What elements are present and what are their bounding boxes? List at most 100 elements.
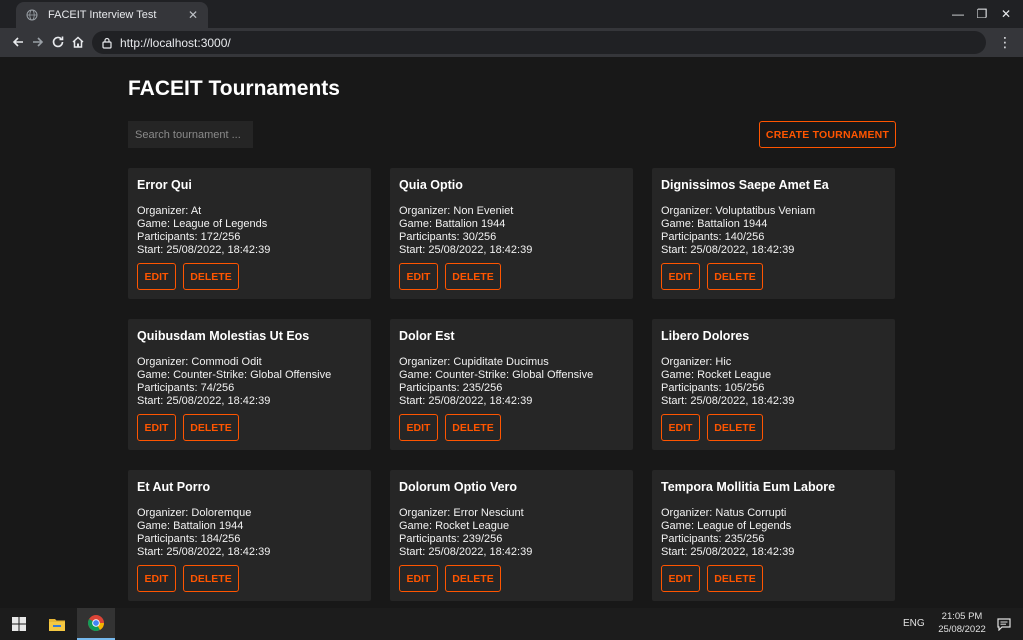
start-value: 25/08/2022, 18:42:39 <box>166 244 271 256</box>
delete-button[interactable]: DELETE <box>183 414 239 441</box>
create-tournament-button[interactable]: CREATE TOURNAMENT <box>759 121 896 148</box>
tournament-start: Start: 25/08/2022, 18:42:39 <box>137 546 362 559</box>
tournament-card: Quia Optio Organizer: Non Eveniet Game: … <box>390 168 633 299</box>
tournament-start: Start: 25/08/2022, 18:42:39 <box>661 395 886 408</box>
tournament-card: Libero Dolores Organizer: Hic Game: Rock… <box>652 319 895 450</box>
edit-button[interactable]: EDIT <box>399 414 438 441</box>
game-label: Game: <box>137 520 174 532</box>
participants-label: Participants: <box>137 231 201 243</box>
tournament-participants: Participants: 105/256 <box>661 382 886 395</box>
page-title: FACEIT Tournaments <box>128 77 340 100</box>
start-label: Start: <box>137 546 167 558</box>
browser-menu-icon[interactable]: ⋮ <box>998 33 1012 51</box>
tournament-game: Game: League of Legends <box>137 218 362 231</box>
windows-start-icon[interactable] <box>0 608 38 640</box>
game-label: Game: <box>399 218 436 230</box>
tournament-participants: Participants: 235/256 <box>399 382 624 395</box>
edit-button[interactable]: EDIT <box>137 263 176 290</box>
participants-value: 30/256 <box>462 231 497 243</box>
delete-button[interactable]: DELETE <box>445 263 501 290</box>
game-value: Rocket League <box>435 520 510 532</box>
edit-button[interactable]: EDIT <box>661 414 700 441</box>
tournament-name: Libero Dolores <box>661 329 750 343</box>
tournament-organizer: Organizer: Doloremque <box>137 507 362 520</box>
tournament-card: Dolorum Optio Vero Organizer: Error Nesc… <box>390 470 633 601</box>
organizer-label: Organizer: <box>399 356 454 368</box>
tournament-game: Game: Battalion 1944 <box>137 520 362 533</box>
tournament-organizer: Organizer: Voluptatibus Veniam <box>661 205 886 218</box>
maximize-icon[interactable]: ❐ <box>970 0 994 28</box>
notification-icon[interactable] <box>996 616 1012 632</box>
game-value: Counter-Strike: Global Offensive <box>435 369 594 381</box>
organizer-value: Natus Corrupti <box>715 507 787 519</box>
participants-value: 140/256 <box>724 231 765 243</box>
delete-button[interactable]: DELETE <box>445 565 501 592</box>
tournament-participants: Participants: 30/256 <box>399 231 624 244</box>
organizer-label: Organizer: <box>399 205 454 217</box>
reload-icon[interactable] <box>49 33 67 51</box>
organizer-value: Hic <box>715 356 732 368</box>
start-value: 25/08/2022, 18:42:39 <box>166 546 271 558</box>
delete-button[interactable]: DELETE <box>707 263 763 290</box>
tournament-participants: Participants: 235/256 <box>661 533 886 546</box>
start-value: 25/08/2022, 18:42:39 <box>690 546 795 558</box>
start-value: 25/08/2022, 18:42:39 <box>428 395 533 407</box>
file-explorer-icon[interactable] <box>38 608 76 640</box>
url-text: http://localhost:3000/ <box>120 35 231 50</box>
organizer-label: Organizer: <box>137 356 192 368</box>
chrome-icon[interactable] <box>77 608 115 640</box>
organizer-label: Organizer: <box>661 507 716 519</box>
address-bar[interactable]: http://localhost:3000/ <box>92 31 986 54</box>
tournament-grid: Error Qui Organizer: At Game: League of … <box>128 168 896 601</box>
start-value: 25/08/2022, 18:42:39 <box>690 244 795 256</box>
tournament-name: Dignissimos Saepe Amet Ea <box>661 178 829 192</box>
home-icon[interactable] <box>69 33 87 51</box>
organizer-label: Organizer: <box>661 356 716 368</box>
delete-button[interactable]: DELETE <box>183 565 239 592</box>
start-label: Start: <box>399 395 429 407</box>
tournament-start: Start: 25/08/2022, 18:42:39 <box>661 244 886 257</box>
participants-value: 172/256 <box>200 231 241 243</box>
tournament-participants: Participants: 140/256 <box>661 231 886 244</box>
delete-button[interactable]: DELETE <box>707 565 763 592</box>
edit-button[interactable]: EDIT <box>399 263 438 290</box>
minimize-icon[interactable]: — <box>946 0 970 28</box>
card-actions: EDIT DELETE <box>399 263 501 290</box>
edit-button[interactable]: EDIT <box>661 263 700 290</box>
tab-close-icon[interactable]: ✕ <box>188 8 198 22</box>
tournament-card: Dolor Est Organizer: Cupiditate Ducimus … <box>390 319 633 450</box>
participants-label: Participants: <box>399 231 463 243</box>
tournament-name: Dolor Est <box>399 329 455 343</box>
edit-button[interactable]: EDIT <box>137 565 176 592</box>
browser-tab[interactable]: FACEIT Interview Test ✕ <box>16 2 208 28</box>
tournament-participants: Participants: 172/256 <box>137 231 362 244</box>
edit-button[interactable]: EDIT <box>137 414 176 441</box>
globe-icon <box>26 9 38 21</box>
organizer-label: Organizer: <box>661 205 716 217</box>
edit-button[interactable]: EDIT <box>399 565 438 592</box>
search-input[interactable] <box>128 121 253 148</box>
window-close-icon[interactable]: ✕ <box>994 0 1018 28</box>
tournament-name: Error Qui <box>137 178 192 192</box>
edit-button[interactable]: EDIT <box>661 565 700 592</box>
tournament-organizer: Organizer: Cupiditate Ducimus <box>399 356 624 369</box>
game-label: Game: <box>399 369 436 381</box>
delete-button[interactable]: DELETE <box>707 414 763 441</box>
delete-button[interactable]: DELETE <box>183 263 239 290</box>
participants-label: Participants: <box>661 231 725 243</box>
delete-button[interactable]: DELETE <box>445 414 501 441</box>
start-value: 25/08/2022, 18:42:39 <box>428 244 533 256</box>
tournament-participants: Participants: 239/256 <box>399 533 624 546</box>
game-value: Battalion 1944 <box>697 218 768 230</box>
tournament-name: Quia Optio <box>399 178 463 192</box>
tournament-game: Game: Battalion 1944 <box>661 218 886 231</box>
tournament-organizer: Organizer: Error Nesciunt <box>399 507 624 520</box>
participants-value: 105/256 <box>724 382 765 394</box>
system-clock[interactable]: 21:05 PM 25/08/2022 <box>938 610 986 636</box>
back-icon[interactable] <box>9 33 27 51</box>
tournament-start: Start: 25/08/2022, 18:42:39 <box>137 244 362 257</box>
tournament-card: Dignissimos Saepe Amet Ea Organizer: Vol… <box>652 168 895 299</box>
forward-icon[interactable] <box>29 33 47 51</box>
language-indicator[interactable]: ENG <box>903 618 925 629</box>
tournament-name: Et Aut Porro <box>137 480 211 494</box>
